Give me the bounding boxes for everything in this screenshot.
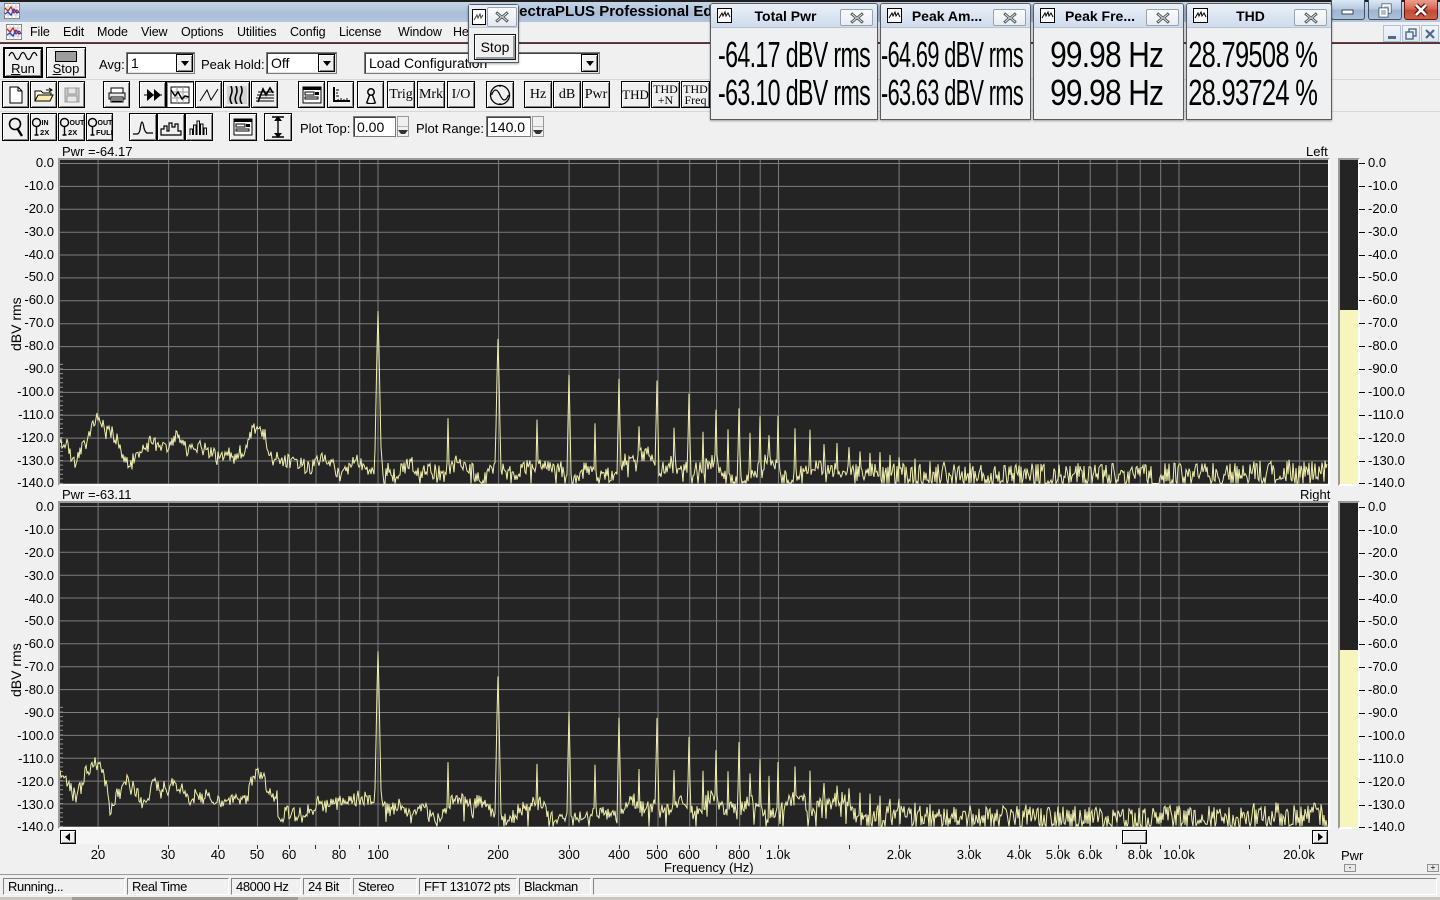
svg-text:OUT: OUT xyxy=(98,120,113,127)
svg-text:2X: 2X xyxy=(40,128,49,137)
svg-text:OUT: OUT xyxy=(70,120,85,127)
svg-text:IN: IN xyxy=(42,120,49,127)
svg-text:FULL: FULL xyxy=(96,128,112,137)
svg-text:2X: 2X xyxy=(68,128,77,137)
